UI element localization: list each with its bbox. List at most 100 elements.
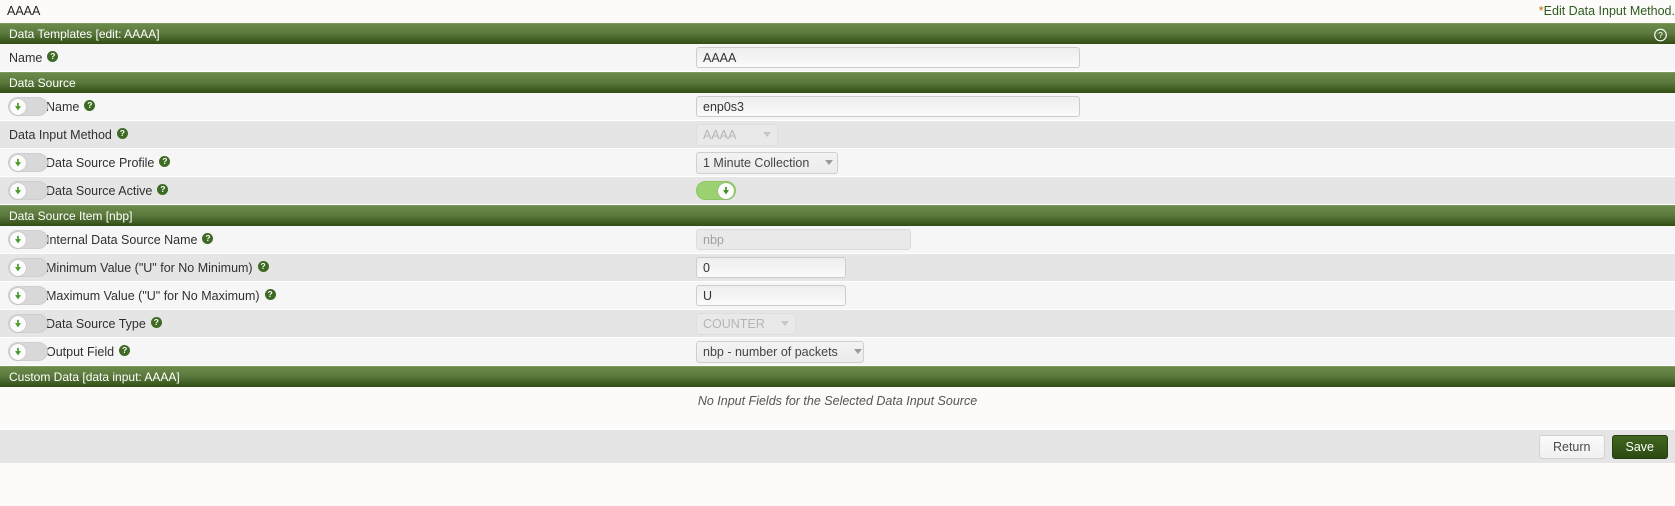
return-button[interactable]: Return [1538, 434, 1605, 459]
toggle-cell-maximum-value [0, 286, 48, 305]
data-input-method-value: AAAA [703, 127, 737, 142]
help-icon[interactable]: ? [159, 156, 171, 167]
row-output-field: Output Field ? nbp - number of packets [0, 338, 1675, 366]
toggle-internal-ds-name[interactable] [8, 230, 48, 249]
spacer [0, 414, 1675, 429]
custom-data-empty-note: No Input Fields for the Selected Data In… [697, 393, 978, 408]
row-template-name: Name ? [0, 44, 1675, 72]
section-header-custom-data: Custom Data [data input: AAAA] [0, 366, 1675, 387]
help-icon[interactable]: ? [257, 261, 269, 272]
field-data-input-method: AAAA [696, 121, 778, 148]
field-minimum-value [696, 254, 846, 281]
label-data-source-type: Data Source Type ? [46, 317, 162, 331]
field-output-field: nbp - number of packets [696, 338, 864, 365]
chevron-down-icon [781, 321, 789, 326]
section-header-data-templates-label: Data Templates [edit: AAAA] [9, 27, 160, 41]
output-field-value: nbp - number of packets [703, 344, 838, 359]
chevron-down-icon [853, 349, 862, 354]
internal-ds-name-input [696, 229, 911, 250]
toggle-knob [10, 344, 26, 360]
ds-name-input[interactable] [696, 96, 1080, 117]
toggle-output-field[interactable] [8, 342, 48, 361]
row-maximum-value: Maximum Value ("U" for No Maximum) ? [0, 282, 1675, 310]
label-internal-ds-name-text: Internal Data Source Name [46, 232, 198, 247]
label-data-source-profile: Data Source Profile ? [46, 155, 171, 170]
toggle-data-source-active-left[interactable] [8, 181, 48, 200]
help-icon[interactable]: ? [202, 233, 214, 244]
label-data-source-active-text: Data Source Active [46, 183, 153, 198]
custom-data-empty-row: No Input Fields for the Selected Data In… [0, 387, 1675, 414]
help-icon[interactable]: ? [116, 128, 128, 139]
toggle-data-source-profile[interactable] [8, 153, 48, 172]
label-ds-name-text: Name [46, 99, 80, 114]
label-template-name: Name ? [0, 50, 59, 65]
help-icon[interactable]: ? [47, 51, 59, 62]
label-maximum-value-text: Maximum Value ("U" for No Maximum) [46, 288, 260, 303]
toggle-knob [10, 155, 26, 171]
field-maximum-value [696, 282, 846, 309]
label-ds-name: Name ? [46, 99, 96, 114]
field-template-name [696, 44, 1080, 71]
help-circle-icon[interactable]: ? [1654, 28, 1667, 42]
toggle-cell-ds-name [0, 97, 48, 116]
label-minimum-value-text: Minimum Value ("U" for No Minimum) [46, 260, 253, 275]
help-icon[interactable]: ? [264, 289, 276, 300]
field-data-source-active [696, 177, 736, 204]
label-data-source-type-text: Data Source Type [46, 316, 146, 331]
label-internal-ds-name: Internal Data Source Name ? [46, 232, 214, 247]
action-bar: Return Save [0, 429, 1675, 463]
save-button[interactable]: Save [1611, 434, 1668, 459]
label-data-input-method: Data Input Method ? [0, 128, 128, 142]
toggle-ds-name[interactable] [8, 97, 48, 116]
data-source-type-select: COUNTER [696, 312, 796, 335]
edit-data-input-method-link[interactable]: *Edit Data Input Method. [1539, 4, 1675, 18]
label-data-input-method-text: Data Input Method [9, 127, 112, 142]
toggle-minimum-value[interactable] [8, 258, 48, 277]
template-name-input[interactable] [696, 47, 1080, 68]
label-output-field-text: Output Field [46, 344, 115, 359]
toggle-data-source-type[interactable] [8, 314, 48, 333]
section-header-custom-data-label: Custom Data [data input: AAAA] [9, 370, 180, 384]
field-data-source-profile: 1 Minute Collection [696, 149, 838, 176]
row-data-source-type: Data Source Type ? COUNTER [0, 310, 1675, 338]
edit-data-input-method-label: Edit Data Input Method. [1543, 4, 1675, 18]
toggle-knob [718, 183, 734, 199]
toggle-cell-data-source-active-left [0, 181, 48, 200]
output-field-select[interactable]: nbp - number of packets [696, 340, 864, 363]
row-ds-name: Name ? [0, 93, 1675, 121]
svg-text:?: ? [1658, 30, 1663, 40]
row-minimum-value: Minimum Value ("U" for No Minimum) ? [0, 254, 1675, 282]
help-icon[interactable]: ? [150, 317, 162, 328]
chevron-down-icon [763, 132, 771, 137]
data-source-profile-value: 1 Minute Collection [703, 155, 810, 170]
help-icon[interactable]: ? [157, 184, 169, 195]
minimum-value-input[interactable] [696, 257, 846, 278]
row-internal-ds-name: Internal Data Source Name ? [0, 226, 1675, 254]
data-input-method-select: AAAA [696, 123, 778, 146]
row-data-source-active: Data Source Active ? [0, 177, 1675, 205]
section-header-data-templates: Data Templates [edit: AAAA] ? [0, 23, 1675, 44]
label-minimum-value: Minimum Value ("U" for No Minimum) ? [46, 261, 269, 275]
top-bar: AAAA *Edit Data Input Method. [0, 0, 1675, 23]
toggle-cell-data-source-type [0, 314, 48, 333]
row-data-input-method: Data Input Method ? AAAA [0, 121, 1675, 149]
label-output-field: Output Field ? [46, 344, 131, 359]
page-title: AAAA [7, 4, 41, 18]
help-icon[interactable]: ? [84, 100, 96, 111]
label-template-name-text: Name [9, 50, 43, 65]
field-internal-ds-name [696, 226, 911, 253]
toggle-cell-output-field [0, 342, 48, 361]
section-header-data-source: Data Source [0, 72, 1675, 93]
toggle-cell-internal-ds-name [0, 230, 48, 249]
toggle-maximum-value[interactable] [8, 286, 48, 305]
toggle-knob [10, 232, 26, 248]
toggle-cell-data-source-profile [0, 153, 48, 172]
field-ds-name [696, 93, 1080, 120]
maximum-value-input[interactable] [696, 285, 846, 306]
data-source-profile-select[interactable]: 1 Minute Collection [696, 151, 838, 174]
data-source-active-toggle[interactable] [696, 181, 736, 200]
help-icon[interactable]: ? [119, 345, 131, 356]
toggle-knob [10, 288, 26, 304]
label-data-source-profile-text: Data Source Profile [46, 155, 155, 170]
toggle-knob [10, 99, 26, 115]
